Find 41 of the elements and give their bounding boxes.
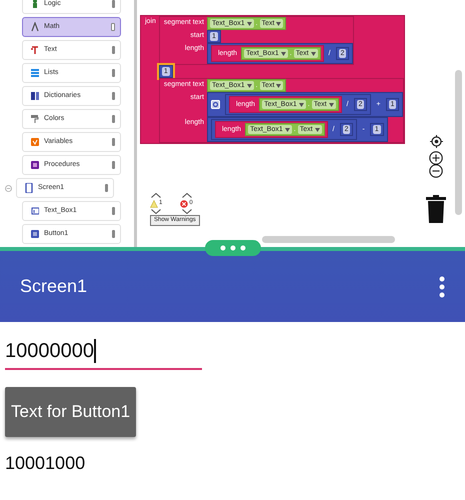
result-label: 10001000 — [5, 452, 86, 474]
arrow-up-icon — [182, 193, 192, 198]
paint-roller-icon — [31, 114, 39, 124]
dropdown-caret-icon — [298, 102, 304, 106]
dropdown-caret-icon — [246, 22, 252, 26]
dropdown-caret-icon — [280, 52, 286, 56]
dropdown-caret-icon — [276, 84, 282, 88]
dropdown-caret-icon — [314, 128, 320, 132]
lambda-icon — [31, 22, 39, 32]
dots-icon — [220, 245, 246, 251]
dropdown-caret-icon — [328, 102, 334, 106]
trash-icon[interactable] — [426, 195, 446, 223]
variable-icon — [31, 137, 39, 147]
arrow-up-icon — [151, 193, 162, 198]
app-button[interactable]: Text for Button1 — [5, 387, 136, 436]
center-target-icon[interactable] — [430, 135, 442, 148]
button-icon — [31, 229, 39, 239]
phone-icon — [25, 183, 33, 193]
zoom-out-icon[interactable] — [429, 164, 443, 178]
text-box-icon — [31, 206, 39, 216]
zoom-in-icon[interactable] — [429, 151, 443, 165]
arrow-down-icon — [151, 209, 162, 214]
error-icon — [180, 200, 188, 208]
list-icon — [31, 68, 39, 78]
dropdown-caret-icon — [284, 128, 290, 132]
book-icon — [31, 91, 39, 101]
text-input-field[interactable]: 10000000 — [5, 336, 202, 370]
gear-icon[interactable] — [210, 100, 220, 109]
dropdown-caret-icon — [310, 52, 316, 56]
figure-icon — [31, 0, 39, 9]
arrow-down-icon — [182, 209, 192, 214]
vertical-scrollbar[interactable] — [455, 70, 462, 215]
procedure-icon — [31, 160, 39, 170]
screen-title: Screen1 — [20, 275, 88, 298]
text-icon — [31, 45, 39, 55]
warning-icon — [150, 200, 158, 208]
horizontal-scrollbar[interactable] — [262, 236, 395, 243]
dropdown-caret-icon — [246, 84, 252, 88]
dropdown-caret-icon — [276, 22, 282, 26]
resize-handle[interactable] — [205, 240, 261, 256]
more-options-icon[interactable] — [439, 276, 445, 298]
